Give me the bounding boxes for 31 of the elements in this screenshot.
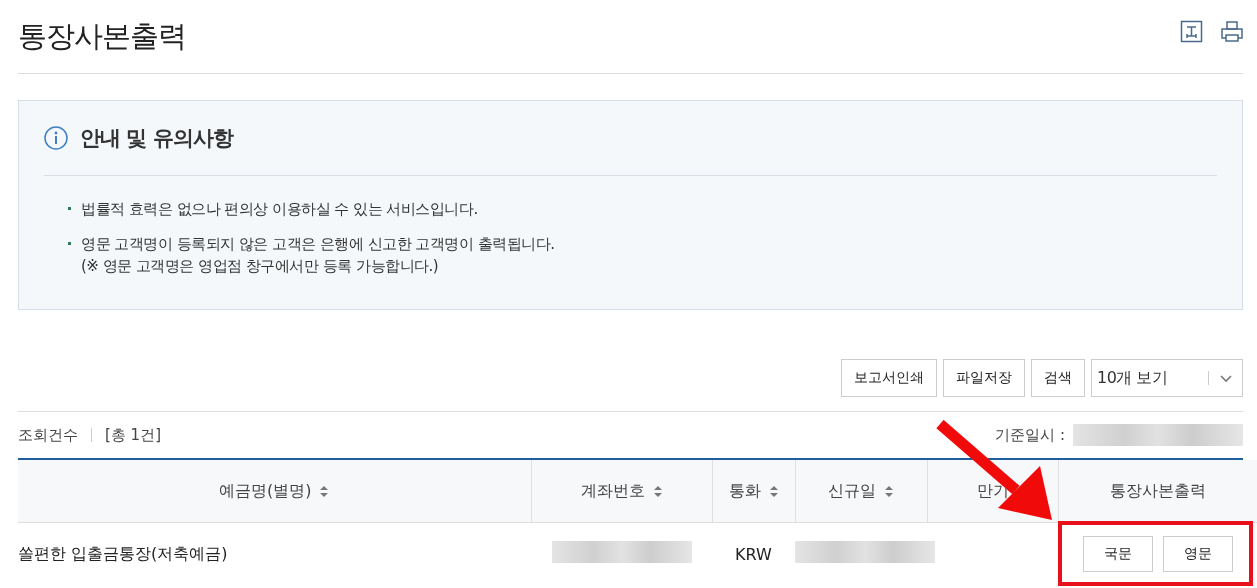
column-header[interactable]: 신규일 [795, 460, 927, 523]
notice-title: 안내 및 유의사항 [80, 125, 233, 152]
bullet-icon [68, 207, 71, 210]
count-label: 조회건수 [18, 425, 78, 445]
info-icon [44, 126, 68, 150]
page-title: 통장사본출력 [18, 17, 186, 55]
column-header: 통장사본출력 [1058, 460, 1257, 523]
notice-text: (※ 영문 고객명은 영업점 창구에서만 등록 가능합니다.) [81, 256, 440, 277]
sort-icon[interactable] [652, 484, 663, 498]
count-value: [총 1건] [105, 425, 161, 445]
column-header[interactable]: 계좌번호 [531, 460, 712, 523]
bullet-icon [68, 242, 71, 245]
table-cell: 쏠편한 입출금통장(저축예금) [18, 522, 531, 585]
chevron-down-icon [1219, 373, 1233, 383]
toolbar-button[interactable]: 검색 [1031, 359, 1085, 397]
print-option-button[interactable]: 영문 [1162, 536, 1233, 572]
column-header[interactable]: 통화 [712, 460, 795, 523]
as-of-label: 기준일시 : [995, 425, 1065, 445]
sort-icon[interactable] [319, 484, 330, 498]
table-cell: KRW [712, 522, 795, 585]
print-icon[interactable] [1220, 20, 1244, 43]
notice-text: 영문 고객명이 등록되지 않은 고객은 은행에 신고한 고객명이 출력됩니다. [81, 234, 555, 255]
toolbar-button[interactable]: 보고서인쇄 [841, 359, 937, 397]
notice-text: 법률적 효력은 없으나 편의상 이용하실 수 있는 서비스입니다. [81, 199, 478, 220]
page-size-select[interactable]: 10개 보기 [1091, 359, 1243, 397]
sort-icon[interactable] [768, 484, 779, 498]
toolbar-button[interactable]: 파일저장 [943, 359, 1025, 397]
column-header[interactable]: 예금명(별명) [18, 460, 531, 523]
print-option-button[interactable]: 국문 [1082, 536, 1153, 572]
sort-icon[interactable] [884, 484, 894, 498]
text-size-icon[interactable] [1180, 20, 1203, 43]
